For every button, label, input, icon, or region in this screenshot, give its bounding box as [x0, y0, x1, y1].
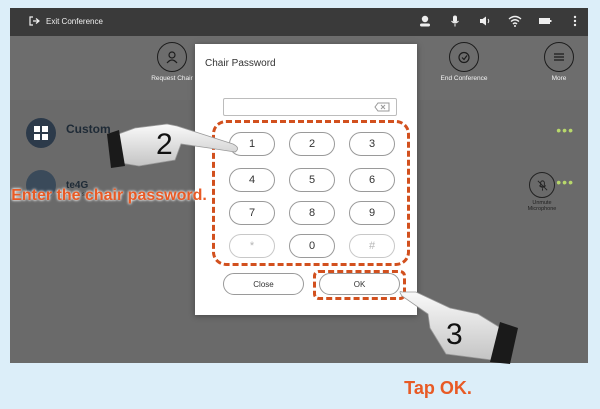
menu-icon — [544, 42, 574, 72]
pointing-hand-icon — [107, 123, 238, 168]
unmute-microphone-label: Unmute Microphone — [527, 200, 557, 212]
more-horizontal-icon[interactable]: ••• — [556, 174, 574, 190]
battery-icon — [538, 14, 552, 28]
more-label: More — [551, 75, 567, 82]
backspace-icon[interactable] — [374, 102, 390, 112]
step-3-number: 3 — [446, 318, 463, 351]
microphone-off-icon — [529, 172, 555, 198]
grid-icon — [26, 118, 56, 148]
exit-conference-label: Exit Conference — [46, 16, 103, 26]
speaker-icon[interactable] — [478, 14, 492, 28]
user-icon — [418, 14, 432, 28]
microphone-icon[interactable] — [448, 14, 462, 28]
more-vertical-icon[interactable] — [568, 14, 582, 28]
dialog-title: Chair Password — [205, 58, 276, 69]
more-horizontal-icon[interactable]: ••• — [556, 122, 574, 138]
request-chair-icon — [157, 42, 187, 72]
end-conference-button[interactable]: End Conference — [432, 42, 496, 82]
list-item-title: Custom — [66, 122, 111, 136]
exit-conference-button[interactable]: Exit Conference — [28, 15, 103, 27]
tap-ok-instruction: Tap OK. — [404, 378, 472, 398]
request-chair-button[interactable]: Request Chair — [142, 42, 202, 82]
enter-password-instruction: Enter the chair password. — [11, 187, 207, 204]
ok-button-highlight — [313, 270, 406, 300]
step-2-number: 2 — [156, 128, 173, 161]
end-conference-label: End Conference — [440, 75, 488, 82]
exit-icon — [29, 16, 40, 26]
wifi-icon — [508, 14, 522, 28]
password-input[interactable] — [223, 98, 397, 116]
end-conference-icon — [449, 42, 479, 72]
status-bar: Exit Conference — [10, 8, 588, 36]
close-button[interactable]: Close — [223, 273, 304, 295]
more-button[interactable]: More — [534, 42, 584, 82]
request-chair-label: Request Chair — [151, 75, 193, 82]
